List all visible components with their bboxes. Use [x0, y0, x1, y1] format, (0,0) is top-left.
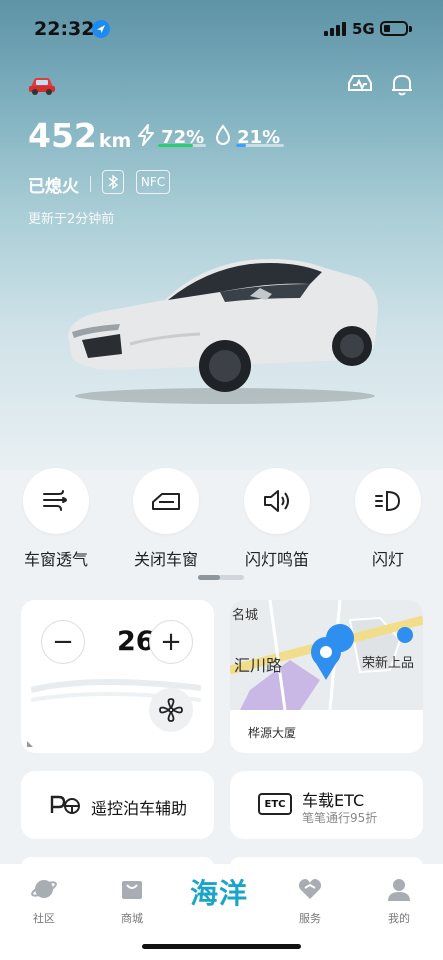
action-window-close[interactable]: 关闭车窗 [131, 468, 201, 570]
map-road-label: 汇川路 [234, 656, 283, 675]
corner-mark [27, 741, 33, 747]
map-caption: 桦源大厦 [248, 726, 297, 740]
status-bar: 22:32 5G [0, 0, 443, 60]
headlight-icon[interactable] [355, 468, 421, 534]
map-poi-label: 荣新上品 [362, 656, 415, 671]
location-arrow-icon [92, 20, 110, 38]
nfc-chip[interactable]: NFC [136, 170, 170, 194]
bell-icon[interactable] [388, 70, 416, 98]
action-label: 闪灯 [371, 550, 404, 569]
status-time: 22:32 [34, 18, 95, 40]
updated-time: 更新于2分钟前 [28, 212, 115, 227]
tab-label: 社区 [33, 912, 55, 925]
car-icon[interactable] [28, 74, 56, 102]
window-vent-icon[interactable] [23, 468, 89, 534]
parking-label: 遥控泊车辅助 [91, 799, 188, 818]
tab-ocean[interactable]: 海洋 [190, 872, 248, 912]
horn-icon[interactable] [244, 468, 310, 534]
service-heart-icon [298, 879, 322, 899]
battery-tip [409, 26, 412, 32]
tab-service[interactable]: 服务 [280, 876, 340, 926]
window-close-icon[interactable] [133, 468, 199, 534]
vehicle-status-icon[interactable] [346, 70, 374, 98]
range-readout: 452 km [28, 116, 131, 155]
tab-community[interactable]: 社区 [14, 876, 74, 926]
car-image [60, 248, 385, 412]
lightning-icon [138, 124, 154, 146]
action-horn[interactable]: 闪灯鸣笛 [242, 468, 312, 570]
tab-label: 服务 [299, 912, 321, 925]
cell-signal-icon [324, 22, 348, 36]
action-headlight[interactable]: 闪灯 [353, 468, 423, 570]
profile-icon [388, 879, 410, 901]
etc-subtitle: 笔笔通行95折 [302, 811, 378, 825]
etc-card[interactable]: ETC 车载ETC 笔笔通行95折 [230, 771, 423, 839]
battery-bar [158, 144, 206, 147]
fan-icon[interactable] [149, 688, 193, 732]
bluetooth-chip[interactable] [102, 170, 124, 194]
engine-state: 已熄火 [28, 177, 79, 197]
page-indicator [198, 575, 244, 580]
map-card[interactable]: 名城 汇川路 荣新上品 桦源大厦 [230, 600, 423, 753]
action-window-vent[interactable]: 车窗透气 [21, 468, 91, 570]
action-label: 闪灯鸣笛 [244, 550, 309, 569]
divider [90, 176, 91, 192]
battery-icon [380, 21, 408, 36]
shop-bag-icon [122, 881, 142, 899]
action-label: 车窗透气 [23, 550, 88, 569]
temp-minus-button[interactable]: − [41, 620, 85, 664]
map-label-top: 名城 [232, 608, 259, 623]
tab-label: 我的 [388, 912, 410, 925]
humidity-bar [236, 144, 284, 147]
tab-mall[interactable]: 商城 [102, 876, 162, 926]
etc-badge: ETC [258, 793, 292, 815]
water-drop-icon [215, 124, 231, 145]
network-type: 5G [352, 20, 375, 38]
action-label: 关闭车窗 [133, 550, 198, 569]
bluetooth-icon [108, 174, 119, 190]
range-unit: km [98, 130, 132, 152]
remote-parking-icon [50, 795, 80, 814]
range-value: 452 [28, 116, 97, 155]
etc-title: 车载ETC [302, 791, 365, 810]
tab-profile[interactable]: 我的 [369, 876, 429, 926]
parking-card[interactable]: 遥控泊车辅助 [21, 771, 214, 839]
home-indicator [142, 944, 301, 949]
climate-card[interactable]: − 26° + [21, 600, 214, 753]
tab-label: 商城 [121, 912, 143, 925]
temp-plus-button[interactable]: + [149, 620, 193, 664]
planet-icon [31, 880, 57, 898]
